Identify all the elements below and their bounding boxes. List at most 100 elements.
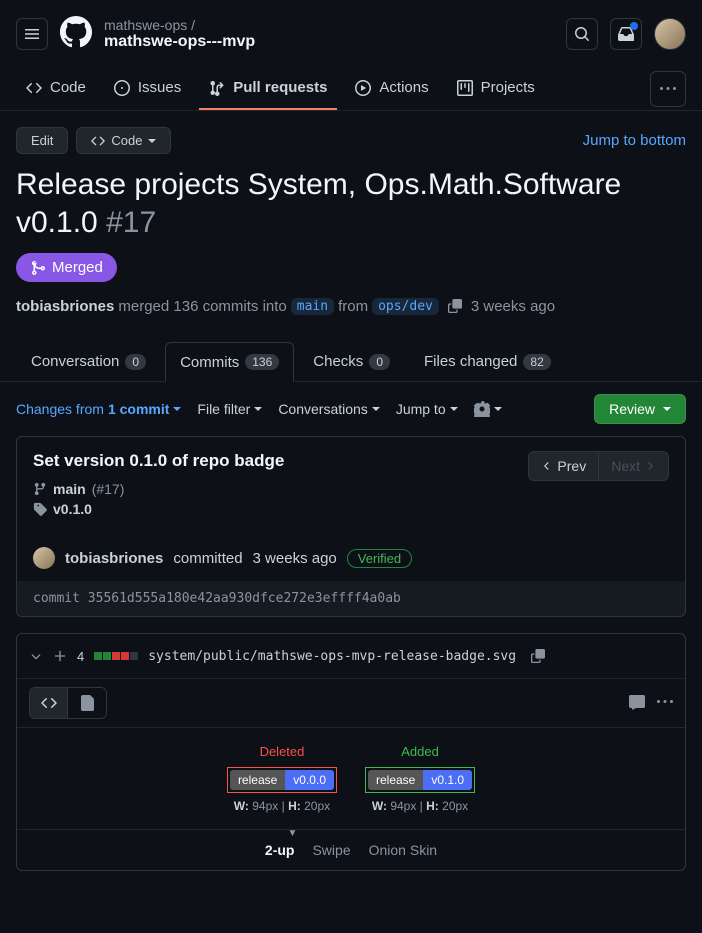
jump-to-bottom-link[interactable]: Jump to bottom <box>583 132 686 149</box>
copy-branch-button[interactable] <box>443 294 467 318</box>
chevron-right-icon <box>644 460 656 472</box>
prev-commit-button[interactable]: Prev <box>529 452 599 480</box>
pr-tabs: Conversation 0 Commits 136 Checks 0 File… <box>0 342 702 382</box>
diff-toolbar: Changes from 1 commit File filter Conver… <box>0 382 702 436</box>
code-dropdown-button[interactable]: Code <box>76 127 171 154</box>
merge-icon <box>30 260 46 276</box>
comment-icon <box>629 694 645 710</box>
repo-owner[interactable]: mathswe-ops / <box>104 17 554 33</box>
chevron-down-icon <box>148 139 156 143</box>
active-marker: ▼ <box>288 828 298 839</box>
chevron-down-icon <box>372 407 380 411</box>
branch-into[interactable]: main <box>291 298 334 315</box>
chevron-down-icon[interactable] <box>29 649 43 663</box>
tab-actions[interactable]: Actions <box>345 67 438 110</box>
hamburger-icon <box>24 26 40 42</box>
commit-time: 3 weeks ago <box>253 550 337 567</box>
repo-path[interactable]: mathswe-ops / mathswe-ops---mvp <box>104 17 554 51</box>
pr-author[interactable]: tobiasbriones <box>16 298 114 315</box>
image-diff: Deleted release v0.0.0 W: 94px | H: 20px… <box>17 727 685 829</box>
view-mode-2up[interactable]: 2-up <box>265 842 295 858</box>
image-view-modes: ▼ 2-up Swipe Onion Skin <box>17 829 685 870</box>
pr-title: Release projects System, Ops.Math.Softwa… <box>16 166 686 241</box>
commit-hash: 35561d555a180e42aa930dfce272e3effff4a0ab <box>88 591 401 606</box>
file-filter-dropdown[interactable]: File filter <box>197 401 262 417</box>
comment-button[interactable] <box>629 694 645 713</box>
user-avatar[interactable] <box>654 18 686 50</box>
tab-files-changed[interactable]: Files changed 82 <box>409 342 566 381</box>
edit-button[interactable]: Edit <box>16 127 68 154</box>
tag-icon <box>33 502 47 516</box>
commit-pager: Prev Next <box>528 451 669 481</box>
issues-icon <box>114 80 130 96</box>
chevron-down-icon <box>663 407 671 411</box>
tab-commits[interactable]: Commits 136 <box>165 342 294 382</box>
commit-author[interactable]: tobiasbriones <box>65 550 163 567</box>
gear-icon <box>474 401 490 417</box>
changes-count: 4 <box>77 649 84 664</box>
deleted-image: Deleted release v0.0.0 W: 94px | H: 20px <box>227 744 337 813</box>
more-nav-button[interactable] <box>650 71 686 107</box>
code-icon <box>91 134 105 148</box>
github-logo-icon[interactable] <box>60 16 92 51</box>
review-button[interactable]: Review <box>594 394 686 424</box>
release-badge-deleted: release v0.0.0 <box>230 770 334 790</box>
commit-title: Set version 0.1.0 of repo badge <box>33 451 284 471</box>
copy-icon <box>448 299 462 313</box>
tab-issues[interactable]: Issues <box>104 67 191 110</box>
diff-settings-dropdown[interactable] <box>474 401 502 417</box>
code-icon <box>41 695 57 711</box>
code-icon <box>26 80 42 96</box>
tab-pull-requests[interactable]: Pull requests <box>199 67 337 110</box>
verified-badge[interactable]: Verified <box>347 549 412 568</box>
notification-dot <box>630 22 638 30</box>
commit-branch[interactable]: main <box>53 481 86 497</box>
diff-stat-squares <box>94 652 138 660</box>
copy-path-button[interactable] <box>526 644 550 668</box>
file-diff: 4 system/public/mathswe-ops-mvp-release-… <box>16 633 686 871</box>
merged-badge: Merged <box>16 253 117 282</box>
play-icon <box>355 80 371 96</box>
commit-author-avatar[interactable] <box>33 547 55 569</box>
source-view-button[interactable] <box>30 688 68 718</box>
notifications-button[interactable] <box>610 18 642 50</box>
view-mode-onion[interactable]: Onion Skin <box>369 842 437 858</box>
kebab-icon <box>657 694 673 710</box>
file-icon <box>79 695 95 711</box>
search-icon <box>574 26 590 42</box>
diff-view-toggle <box>29 687 107 719</box>
hamburger-menu[interactable] <box>16 18 48 50</box>
repo-nav: Code Issues Pull requests Actions Projec… <box>0 67 702 111</box>
release-badge-added: release v0.1.0 <box>368 770 472 790</box>
branch-icon <box>33 482 47 496</box>
pull-request-icon <box>209 80 225 96</box>
conversations-dropdown[interactable]: Conversations <box>278 401 380 417</box>
project-icon <box>457 80 473 96</box>
tab-code[interactable]: Code <box>16 67 96 110</box>
jump-to-dropdown[interactable]: Jump to <box>396 401 458 417</box>
chevron-left-icon <box>541 460 553 472</box>
branch-from[interactable]: ops/dev <box>372 298 439 315</box>
next-commit-button[interactable]: Next <box>599 452 668 480</box>
chevron-down-icon <box>450 407 458 411</box>
added-image: Added release v0.1.0 W: 94px | H: 20px <box>365 744 475 813</box>
pr-meta: tobiasbriones merged 136 commits into ma… <box>16 294 686 318</box>
changes-from-dropdown[interactable]: Changes from 1 commit <box>16 401 181 417</box>
view-mode-swipe[interactable]: Swipe <box>312 842 350 858</box>
chevron-down-icon <box>173 407 181 411</box>
tab-checks[interactable]: Checks 0 <box>298 342 405 381</box>
expand-icon[interactable] <box>53 649 67 663</box>
commit-tag[interactable]: v0.1.0 <box>53 501 92 517</box>
pr-number: #17 <box>106 206 156 239</box>
commit-pr-ref[interactable]: (#17) <box>92 481 125 497</box>
tab-projects[interactable]: Projects <box>447 67 545 110</box>
pr-time: 3 weeks ago <box>471 298 555 315</box>
file-path[interactable]: system/public/mathswe-ops-mvp-release-ba… <box>148 649 516 664</box>
tab-conversation[interactable]: Conversation 0 <box>16 342 161 381</box>
chevron-down-icon <box>494 407 502 411</box>
search-button[interactable] <box>566 18 598 50</box>
file-more-button[interactable] <box>657 694 673 713</box>
repo-name[interactable]: mathswe-ops---mvp <box>104 33 554 51</box>
kebab-icon <box>660 81 676 97</box>
rendered-view-button[interactable] <box>68 688 106 718</box>
